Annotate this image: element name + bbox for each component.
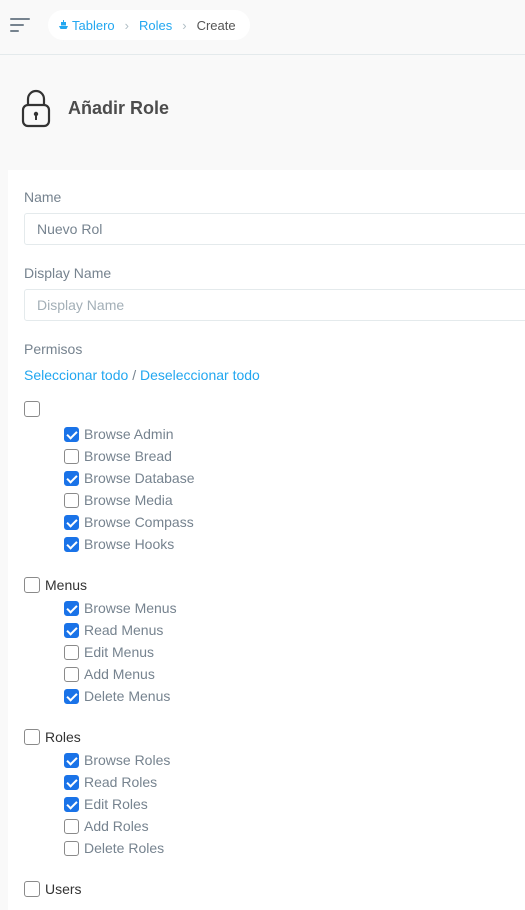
permission-label: Delete Roles <box>84 840 165 856</box>
permission-item: Edit Menus <box>64 642 154 662</box>
group-checkbox[interactable] <box>24 577 40 593</box>
permission-item: Delete Roles <box>64 838 164 858</box>
group-checkbox[interactable] <box>24 881 40 897</box>
permission-checkbox[interactable] <box>64 644 79 660</box>
permission-checkbox[interactable] <box>64 818 79 834</box>
permission-item: Browse Hooks <box>64 534 174 554</box>
permission-checkbox[interactable] <box>64 666 79 682</box>
group-checkbox[interactable] <box>24 729 40 745</box>
permission-label: Browse Menus <box>84 600 177 616</box>
name-input[interactable] <box>24 213 525 245</box>
permission-checkbox[interactable] <box>64 840 79 856</box>
permission-checkbox[interactable] <box>64 536 79 552</box>
permission-label: Browse Database <box>84 470 195 486</box>
top-navbar: Tablero › Roles › Create <box>0 0 525 55</box>
permission-label: Browse Roles <box>84 752 171 768</box>
breadcrumb-home-link[interactable]: Tablero <box>58 18 115 33</box>
permission-label: Edit Menus <box>84 644 155 660</box>
permission-label: Browse Compass <box>84 514 194 530</box>
select-links: Seleccionar todo / Deseleccionar todo <box>24 367 260 383</box>
permission-checkbox[interactable] <box>64 426 79 442</box>
permission-item: Browse Menus <box>64 598 177 618</box>
select-separator: / <box>132 367 137 383</box>
group-label: Roles <box>45 729 81 745</box>
permission-item: Read Menus <box>64 620 163 640</box>
hamburger-menu-icon[interactable] <box>10 18 32 34</box>
breadcrumb: Tablero › Roles › Create <box>48 10 250 40</box>
permission-checkbox[interactable] <box>64 752 79 768</box>
breadcrumb-current: Create <box>196 17 236 33</box>
page-header: Añadir Role <box>20 88 169 128</box>
permission-item: Browse Media <box>64 490 173 510</box>
group-label: Users <box>45 881 82 897</box>
permission-group: Users <box>24 881 82 897</box>
permission-label: Browse Bread <box>84 448 172 464</box>
display-name-input[interactable] <box>24 289 525 321</box>
permission-item: Add Roles <box>64 816 149 836</box>
permissions-label: Permisos <box>24 341 83 357</box>
permission-label: Browse Hooks <box>84 536 175 552</box>
permission-item: Browse Bread <box>64 446 172 466</box>
permission-checkbox[interactable] <box>64 514 79 530</box>
permission-label: Read Roles <box>84 774 158 790</box>
permission-label: Delete Menus <box>84 688 171 704</box>
permission-group <box>24 401 45 417</box>
permission-label: Add Roles <box>84 818 149 834</box>
permission-group: Roles <box>24 729 81 745</box>
permission-item: Browse Roles <box>64 750 170 770</box>
select-all-link[interactable]: Seleccionar todo <box>24 367 128 383</box>
permission-checkbox[interactable] <box>64 796 79 812</box>
group-checkbox[interactable] <box>24 401 40 417</box>
page-title: Añadir Role <box>68 97 170 118</box>
permission-checkbox[interactable] <box>64 622 79 638</box>
permission-checkbox[interactable] <box>64 492 79 508</box>
group-label: Menus <box>45 577 88 593</box>
permission-label: Add Menus <box>84 666 155 682</box>
boat-icon <box>59 20 68 29</box>
permission-item: Add Menus <box>64 664 155 684</box>
permission-label: Read Menus <box>84 622 164 638</box>
breadcrumb-separator-icon: › <box>182 17 187 33</box>
permission-item: Browse Admin <box>64 424 173 444</box>
name-label: Name <box>24 189 62 205</box>
permission-item: Delete Menus <box>64 686 170 706</box>
permission-label: Edit Roles <box>84 796 148 812</box>
permission-item: Edit Roles <box>64 794 148 814</box>
permission-checkbox[interactable] <box>64 774 79 790</box>
permission-checkbox[interactable] <box>64 688 79 704</box>
permission-item: Browse Compass <box>64 512 194 532</box>
permission-group: Menus <box>24 577 87 593</box>
permission-item: Browse Database <box>64 468 195 488</box>
breadcrumb-roles-link[interactable]: Roles <box>139 18 172 33</box>
permission-checkbox[interactable] <box>64 470 79 486</box>
permission-checkbox[interactable] <box>64 600 79 616</box>
deselect-all-link[interactable]: Deseleccionar todo <box>140 367 260 383</box>
breadcrumb-separator-icon: › <box>124 17 129 33</box>
permission-label: Browse Admin <box>84 426 174 442</box>
lock-icon <box>21 89 51 128</box>
role-form-panel: Name Display Name Permisos Seleccionar t… <box>8 170 525 910</box>
permission-checkbox[interactable] <box>64 448 79 464</box>
permission-item: Read Roles <box>64 772 157 792</box>
breadcrumb-home-label: Tablero <box>72 17 115 33</box>
permission-label: Browse Media <box>84 492 173 508</box>
display-name-label: Display Name <box>24 265 112 281</box>
